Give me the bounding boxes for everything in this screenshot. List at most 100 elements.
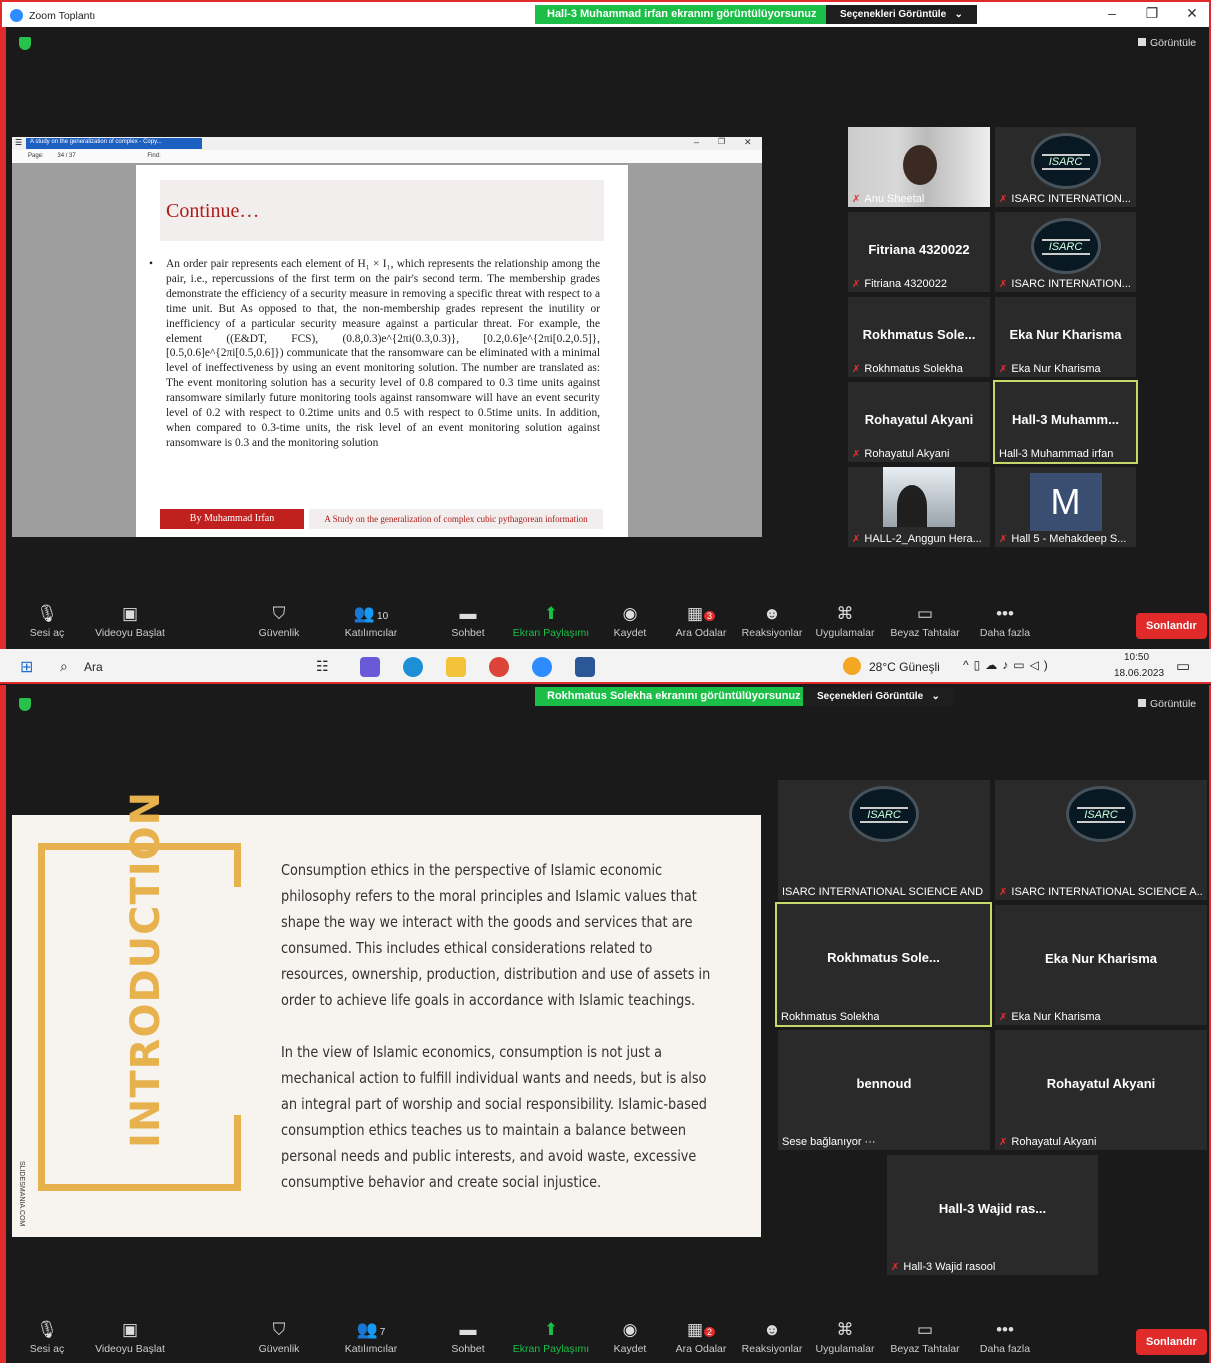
chat-button[interactable]: ▬ Sohbet [423, 601, 513, 639]
participant-tile[interactable]: ✗ISARC INTERNATION... [995, 212, 1136, 292]
word-icon[interactable] [575, 657, 595, 677]
task-view-icon[interactable]: ☷ [316, 658, 329, 675]
copilot-icon[interactable] [360, 657, 380, 677]
chrome-icon[interactable] [489, 657, 509, 677]
apps-icon: ⌘ [836, 1320, 854, 1339]
isarc-logo-icon [1030, 133, 1101, 189]
view-options-button[interactable]: Seçenekleri Görüntüle ⌄ [826, 5, 977, 24]
more-button[interactable]: ••• Daha fazla [960, 601, 1050, 639]
more-icon: ••• [996, 604, 1014, 623]
participant-tile[interactable]: Fitriana 4320022 ✗ Fitriana 4320022 [848, 212, 990, 292]
rooms-badge: 2 [704, 1327, 716, 1337]
clock-time[interactable]: 10:50 [1124, 652, 1149, 663]
clock-date[interactable]: 18.06.2023 [1114, 668, 1164, 679]
page-current[interactable]: 34 [57, 153, 64, 159]
video-off-icon: ▣ [121, 604, 139, 623]
screen-border-left-2 [0, 685, 6, 1363]
whiteboard-button[interactable]: ▭ Beyaz Tahtalar [880, 1317, 970, 1355]
security-shield-icon-2[interactable] [19, 698, 31, 711]
participant-tile[interactable]: Hall-3 Wajid ras... ✗ Hall-3 Wajid rasool [887, 1155, 1098, 1275]
participant-label: ✗ Rohayatul Akyani [999, 1136, 1096, 1148]
tray-icons[interactable]: ^▯☁♪▭◁) [963, 658, 1053, 672]
unmute-button[interactable]: 🎙 Sesi aç [2, 601, 92, 639]
slidesmania-credit: SLIDESMANIA.COM [18, 1161, 25, 1227]
participant-tile[interactable]: Rokhmatus Sole... Rokhmatus Solekha [775, 902, 992, 1027]
participant-label-text: Hall-3 Wajid rasool [903, 1261, 996, 1273]
view-options-button-2[interactable]: Seçenekleri Görüntüle ⌄ [803, 687, 954, 706]
minimize-icon[interactable]: – [1103, 5, 1121, 21]
gallery-view-button-2[interactable]: Görüntüle [1138, 698, 1196, 710]
security-button[interactable]: ⛉ Güvenlik [234, 601, 324, 639]
pdf-restore-icon[interactable]: ❐ [718, 137, 725, 146]
menu-icon[interactable]: ☰ [15, 138, 22, 147]
page-label: Page: [28, 153, 44, 159]
apps-icon: ⌘ [836, 604, 854, 623]
weather-text[interactable]: 28°C Güneşli [869, 660, 940, 674]
participant-tile[interactable]: Rokhmatus Sole... ✗ Rokhmatus Solekha [848, 297, 990, 377]
meeting-toolbar-2: 🎙 Sesi aç ▣ Videoyu Başlat ⛉ Güvenlik 👥 7 Katılı… [0, 1317, 1211, 1363]
page-total: / 37 [65, 153, 76, 159]
weather-icon [843, 657, 861, 675]
slide-paragraph: An order pair represents each element of… [149, 257, 600, 451]
more-button[interactable]: ••• Daha fazla [960, 1317, 1050, 1355]
share-screen-button[interactable]: ⬆ Ekran Paylaşımı [506, 1317, 596, 1355]
security-shield-icon[interactable] [19, 37, 31, 50]
close-icon[interactable]: ✕ [1183, 5, 1201, 22]
participant-name: Rohayatul Akyani [864, 412, 974, 428]
chat-button[interactable]: ▬ Sohbet [423, 1317, 513, 1355]
participants-button[interactable]: 👥 10 Katılımcılar [326, 601, 416, 639]
participant-label: ✗ Rohayatul Akyani [852, 448, 949, 460]
participant-tile[interactable]: ✗ISARC INTERNATIONAL SCIENCE A... [995, 780, 1207, 900]
windows-start-icon[interactable]: ⊞ [20, 657, 33, 677]
apps-button-label: Uygulamalar [815, 627, 875, 639]
participants-button-label: Katılımcılar [344, 1343, 398, 1355]
start-video-button[interactable]: ▣ Videoyu Başlat [85, 1317, 175, 1355]
participant-label: ✗ HALL-2_Anggun Hera... [852, 533, 982, 545]
participant-tile[interactable]: ✗ISARC INTERNATION... [995, 127, 1136, 207]
record-button-label: Kaydet [613, 1343, 647, 1355]
pdf-tab[interactable]: A study on the generalization of complex… [26, 138, 202, 149]
participant-tile[interactable]: Rohayatul Akyani ✗ Rohayatul Akyani [995, 1030, 1207, 1150]
explorer-icon[interactable] [446, 657, 466, 677]
apps-button[interactable]: ⌘ Uygulamalar [800, 601, 890, 639]
start-video-button[interactable]: ▣ Videoyu Başlat [85, 601, 175, 639]
whiteboard-button[interactable]: ▭ Beyaz Tahtalar [880, 601, 970, 639]
slide-body: Consumption ethics in the perspective of… [281, 857, 720, 1221]
slide-vertical-title-text: INTRODUCTION [123, 790, 169, 1148]
mic-muted-icon: ✗ [852, 534, 861, 545]
taskbar-search[interactable]: Ara [84, 660, 103, 674]
participant-tile[interactable]: Eka Nur Kharisma ✗ Eka Nur Kharisma [995, 905, 1207, 1025]
unmute-button[interactable]: 🎙 Sesi aç [2, 1317, 92, 1355]
whiteboard-button-label: Beyaz Tahtalar [890, 627, 960, 639]
video-off-icon: ▣ [121, 1320, 139, 1339]
notifications-icon[interactable]: ▭ [1176, 657, 1190, 675]
security-button[interactable]: ⛉ Güvenlik [234, 1317, 324, 1355]
participant-tile[interactable]: ✗ Anu Sheetal [848, 127, 990, 207]
participant-label-text: Fitriana 4320022 [864, 278, 947, 290]
gallery-view-button[interactable]: Görüntüle [1138, 37, 1196, 49]
restore-icon[interactable]: ❐ [1143, 5, 1161, 22]
participant-tile[interactable]: bennoud Sese bağlanıyor ··· [778, 1030, 990, 1150]
end-meeting-button[interactable]: Sonlandır [1136, 613, 1207, 639]
share-screen-button[interactable]: ⬆ Ekran Paylaşımı [506, 601, 596, 639]
participant-tile[interactable]: Hall-3 Muhamm... Hall-3 Muhammad irfan [993, 380, 1138, 464]
participant-tile[interactable]: ✗ HALL-2_Anggun Hera... [848, 467, 990, 547]
share-banner: Hall-3 Muhammad irfan ekranını görüntülü… [535, 5, 829, 24]
pdf-minimize-icon[interactable]: – [694, 137, 699, 147]
pdf-page: Continue… An order pair represents each … [136, 165, 628, 537]
participants-button[interactable]: 👥 7 Katılımcılar [326, 1317, 416, 1355]
mic-muted-icon: ✗ [852, 279, 861, 290]
participant-tile[interactable]: Eka Nur Kharisma ✗ Eka Nur Kharisma [995, 297, 1136, 377]
edge-icon[interactable] [403, 657, 423, 677]
participant-tile[interactable]: M ✗ Hall 5 - Mehakdeep S... [995, 467, 1136, 547]
apps-button[interactable]: ⌘ Uygulamalar [800, 1317, 890, 1355]
participants-icon: 👥 7 [356, 1320, 386, 1339]
zoom-taskbar-icon[interactable] [532, 657, 552, 677]
whiteboard-icon: ▭ [916, 604, 934, 623]
participant-tile[interactable]: Rohayatul Akyani ✗ Rohayatul Akyani [848, 382, 990, 462]
participant-tile[interactable]: ISARC INTERNATIONAL SCIENCE AND ... [778, 780, 990, 900]
pdf-close-icon[interactable]: ✕ [744, 137, 752, 148]
end-meeting-button[interactable]: Sonlandır [1136, 1329, 1207, 1355]
search-icon[interactable]: ⌕ [60, 658, 68, 675]
participant-label-text: HALL-2_Anggun Hera... [864, 533, 982, 545]
